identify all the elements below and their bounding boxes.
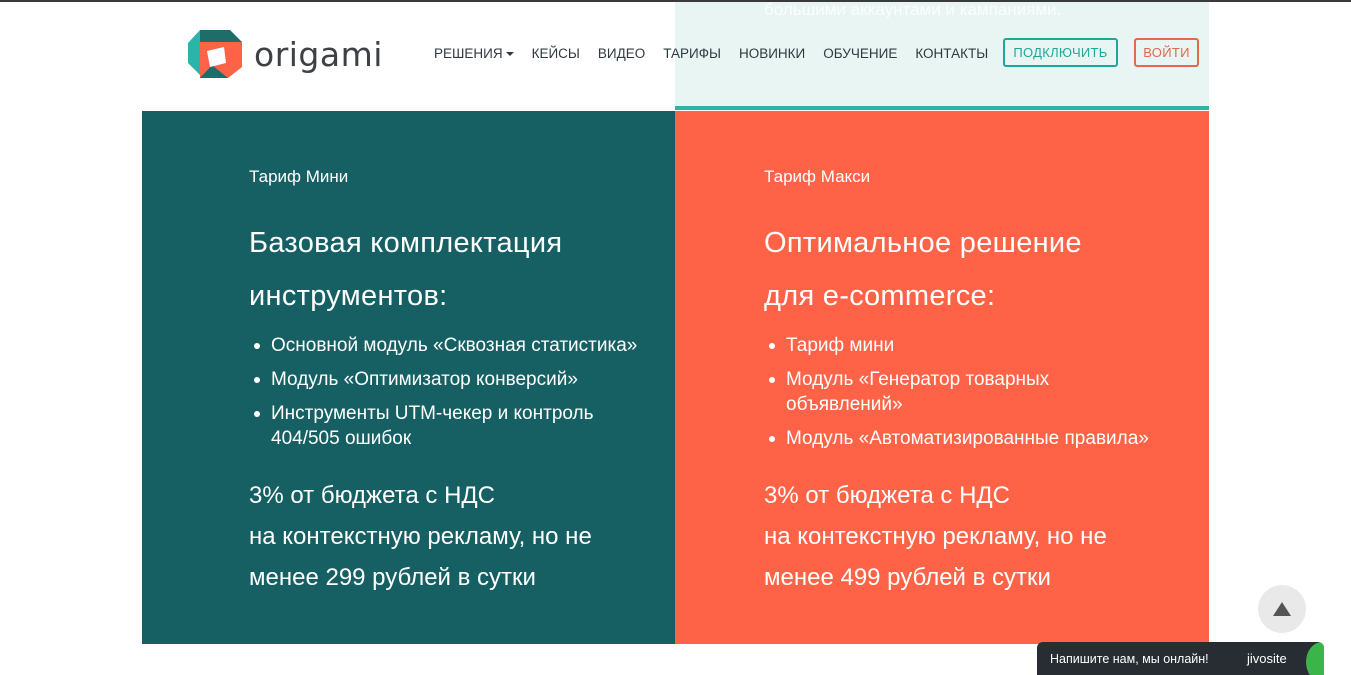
tariff-title: Базовая комплектация инструментов: bbox=[249, 227, 563, 312]
feature-item: Модуль «Автоматизированные правила» bbox=[764, 426, 1164, 451]
chat-widget-text: Напишите нам, мы онлайн! bbox=[1050, 651, 1209, 666]
tariff-mini-panel: Тариф Мини Базовая комплектация инструме… bbox=[142, 111, 675, 644]
nav-item-contacts[interactable]: КОНТАКТЫ bbox=[915, 45, 988, 63]
chevron-down-icon bbox=[505, 52, 514, 57]
nav-item-tariffs[interactable]: ТАРИФЫ bbox=[663, 45, 721, 63]
logo-text: origami bbox=[254, 34, 383, 74]
nav-item-training[interactable]: ОБУЧЕНИЕ bbox=[823, 45, 897, 63]
feature-item: Инструменты UTM-чекер и контроль 404/505… bbox=[249, 401, 649, 451]
nav-item-news[interactable]: НОВИНКИ bbox=[739, 45, 805, 63]
connect-button[interactable]: ПОДКЛЮЧИТЬ bbox=[1003, 38, 1118, 67]
login-button[interactable]: ВОЙТИ bbox=[1134, 38, 1199, 67]
background-section-text: большими аккаунтами и кампаниями. bbox=[764, 0, 1062, 19]
nav-item-video[interactable]: ВИДЕО bbox=[598, 45, 645, 63]
nav-item-cases[interactable]: КЕЙСЫ bbox=[532, 45, 580, 63]
tariff-price: 3% от бюджета с НДС на контекстную рекла… bbox=[764, 482, 1107, 591]
feature-item: Модуль «Оптимизатор конверсий» bbox=[249, 367, 649, 392]
tariff-label: Тариф Макси bbox=[764, 167, 871, 186]
jivosite-logo: jivosite bbox=[1247, 651, 1287, 666]
tariff-price: 3% от бюджета с НДС на контекстную рекла… bbox=[249, 482, 592, 591]
nav-item-solutions[interactable]: РЕШЕНИЯ bbox=[434, 45, 514, 63]
feature-list: Основной модуль «Сквозная статистика» Мо… bbox=[249, 333, 649, 451]
scroll-top-button[interactable] bbox=[1258, 585, 1306, 633]
main-nav: РЕШЕНИЯ КЕЙСЫ ВИДЕО ТАРИФЫ НОВИНКИ ОБУЧЕ… bbox=[434, 45, 1006, 63]
feature-item: Тариф мини bbox=[764, 333, 1164, 358]
feature-list: Тариф мини Модуль «Генератор товарных об… bbox=[764, 333, 1164, 451]
chat-widget[interactable]: Напишите нам, мы онлайн! jivosite bbox=[1037, 642, 1324, 675]
site-logo[interactable]: origami bbox=[186, 29, 383, 79]
chat-status-indicator bbox=[1306, 642, 1324, 675]
arrow-up-icon bbox=[1273, 602, 1291, 616]
section-divider bbox=[675, 106, 1209, 110]
tariff-title: Оптимальное решение для e-commerce: bbox=[764, 227, 1082, 312]
origami-logo-icon bbox=[188, 30, 242, 78]
feature-item: Основной модуль «Сквозная статистика» bbox=[249, 333, 649, 358]
tariff-maxi-panel: Тариф Макси Оптимальное решение для e-co… bbox=[675, 111, 1209, 644]
feature-item: Модуль «Генератор товарных объявлений» bbox=[764, 367, 1164, 417]
tariff-label: Тариф Мини bbox=[249, 167, 349, 186]
